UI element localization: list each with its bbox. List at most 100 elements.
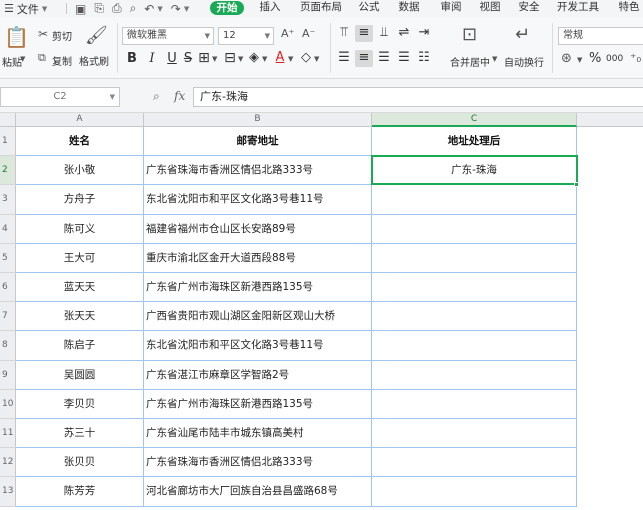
wrap-text-button[interactable]: 自动换行 — [504, 54, 544, 69]
cell-processed[interactable] — [372, 419, 577, 449]
undo-icon[interactable]: ↶ — [144, 2, 154, 16]
cell-name[interactable]: 陈芳芳 — [16, 477, 144, 507]
cell-address[interactable]: 广西省贵阳市观山湖区金阳新区观山大桥 — [144, 302, 372, 332]
align-center-icon[interactable]: ≡ — [356, 50, 372, 65]
row-header-7[interactable]: 7 — [0, 302, 16, 332]
cell-address[interactable]: 广东省汕尾市陆丰市城东镇高美村 — [144, 419, 372, 449]
increase-decimal-icon[interactable]: ⁺₀ — [630, 51, 641, 65]
cell-name[interactable]: 张小敬 — [16, 156, 144, 186]
row-header-9[interactable]: 9 — [0, 360, 16, 390]
font-name-select[interactable]: 微软雅黑 ▼ — [122, 27, 214, 45]
cell-address[interactable]: 河北省廊坊市大厂回族自治县昌盛路68号 — [144, 477, 372, 507]
merge-center-icon[interactable]: ⊡ — [462, 24, 477, 45]
cell-processed[interactable] — [372, 477, 577, 507]
tab-1[interactable]: 插入 — [257, 0, 283, 17]
clear-dropdown-icon[interactable]: ▼ — [314, 55, 319, 63]
merge-dropdown-icon[interactable]: ▼ — [492, 55, 497, 63]
cell-name[interactable]: 陈启子 — [16, 331, 144, 361]
print-preview-icon[interactable]: ⌕ — [130, 1, 137, 16]
fx-button[interactable]: fx — [174, 89, 185, 103]
row-header-4[interactable]: 4 — [0, 214, 16, 244]
row-header-11[interactable]: 11 — [0, 419, 16, 449]
row-header-12[interactable]: 12 — [0, 448, 16, 478]
copy-button[interactable]: 复制 — [52, 53, 72, 68]
row-header-13[interactable]: 13 — [0, 477, 16, 507]
format-painter-icon[interactable]: 🖌 — [85, 25, 108, 46]
cell-processed[interactable] — [372, 185, 577, 215]
format-painter-button[interactable]: 格式刷 — [79, 53, 109, 68]
cell-processed[interactable] — [372, 273, 577, 303]
paste-button[interactable]: 粘贴 — [2, 54, 22, 69]
align-middle-icon[interactable]: ≡ — [356, 25, 372, 40]
row-header-1[interactable]: 1 — [0, 127, 16, 157]
file-menu[interactable]: ☰ 文件 ▼ — [0, 1, 58, 17]
paste-icon[interactable]: 📋 — [4, 25, 29, 49]
cell-processed[interactable] — [372, 243, 577, 273]
select-all-corner[interactable] — [0, 113, 16, 127]
bold-button[interactable]: B — [124, 51, 140, 66]
cell-processed[interactable]: 广东-珠海 — [372, 156, 577, 186]
tab-3[interactable]: 公式 — [354, 0, 384, 17]
cell-style-icon[interactable]: ⊟ — [222, 50, 238, 66]
tab-6[interactable]: 视图 — [475, 0, 505, 17]
cell-address[interactable]: 广东省珠海市香洲区情侣北路333号 — [144, 156, 372, 186]
fill-handle[interactable] — [574, 182, 579, 188]
tab-4[interactable]: 数据 — [394, 0, 424, 17]
cell-address[interactable]: 福建省福州市仓山区长安路89号 — [144, 214, 372, 244]
font-color-dropdown-icon[interactable]: ▼ — [288, 55, 293, 63]
undo-dropdown-icon[interactable]: ▼ — [157, 5, 162, 13]
redo-icon[interactable]: ↷ — [171, 2, 181, 16]
cell-address[interactable]: 广东省广州市海珠区新港西路135号 — [144, 273, 372, 303]
text-direction-icon[interactable]: ⇌ — [396, 25, 412, 40]
cell-address[interactable]: 广东省珠海市香洲区情侣北路333号 — [144, 448, 372, 478]
cell-name[interactable]: 吴圆圆 — [16, 360, 144, 390]
cell-name[interactable]: 苏三十 — [16, 419, 144, 449]
cell-name[interactable]: 张天天 — [16, 302, 144, 332]
border-icon[interactable]: ⊞ — [196, 50, 212, 66]
border-dropdown-icon[interactable]: ▼ — [212, 55, 217, 63]
number-format-select[interactable]: 常规 — [558, 27, 643, 45]
column-header-b[interactable]: B — [144, 113, 372, 127]
tab-9[interactable]: 特色 — [614, 0, 643, 17]
tab-0[interactable]: 开始 — [210, 1, 244, 15]
fill-color-dropdown-icon[interactable]: ▼ — [262, 55, 267, 63]
distributed-icon[interactable]: ☷ — [416, 50, 432, 65]
row-header-3[interactable]: 3 — [0, 185, 16, 215]
font-size-select[interactable]: 12 ▼ — [218, 27, 274, 45]
tab-7[interactable]: 安全 — [514, 0, 544, 17]
strikethrough-icon[interactable]: S̶ — [180, 51, 196, 66]
align-left-icon[interactable]: ☰ — [336, 50, 352, 65]
cell-name[interactable]: 陈可义 — [16, 214, 144, 244]
zoom-icon[interactable]: ⌕ — [153, 89, 160, 104]
eraser-icon[interactable]: ◇ — [298, 50, 314, 65]
cell-name[interactable]: 蓝天天 — [16, 273, 144, 303]
wrap-text-icon[interactable]: ↵ — [515, 24, 530, 45]
decrease-font-icon[interactable]: A⁻ — [302, 27, 315, 40]
cell-style-dropdown-icon[interactable]: ▼ — [238, 55, 243, 63]
save-icon[interactable]: ▣ — [75, 2, 86, 16]
column-header-c[interactable]: C — [372, 113, 577, 127]
indent-icon[interactable]: ⇥ — [416, 25, 432, 40]
spreadsheet-grid[interactable]: A B C 1 姓名 邮寄地址 地址处理后 2 张小敬 广东省珠海市香洲区情侣北路333号 广东-珠… — [0, 113, 643, 510]
row-header-2[interactable]: 2 — [0, 156, 16, 186]
percent-button[interactable]: % — [589, 51, 601, 66]
formula-input[interactable]: 广东-珠海 — [193, 87, 643, 107]
align-right-icon[interactable]: ☰ — [376, 50, 392, 65]
merge-center-button[interactable]: 合并居中 — [450, 54, 490, 69]
increase-font-icon[interactable]: A⁺ — [281, 27, 294, 40]
align-bottom-icon[interactable]: ⫫ — [376, 25, 392, 40]
row-header-8[interactable]: 8 — [0, 331, 16, 361]
cell-address[interactable]: 广东省湛江市麻章区学智路2号 — [144, 360, 372, 390]
cell-name[interactable]: 方舟子 — [16, 185, 144, 215]
cell-processed[interactable] — [372, 302, 577, 332]
print-icon[interactable]: ⎙ — [112, 1, 122, 16]
font-color-button[interactable]: A — [272, 50, 288, 65]
tab-8[interactable]: 开发工具 — [555, 0, 601, 17]
copy-icon[interactable]: ⧉ — [38, 51, 46, 65]
cell-processed[interactable] — [372, 360, 577, 390]
cell-name[interactable]: 王大可 — [16, 243, 144, 273]
paste-dropdown-icon[interactable]: ▼ — [20, 55, 25, 63]
align-top-icon[interactable]: ⫪ — [336, 25, 352, 40]
header-cell-address[interactable]: 邮寄地址 — [144, 127, 372, 157]
currency-dropdown-icon[interactable]: ▼ — [577, 56, 582, 64]
